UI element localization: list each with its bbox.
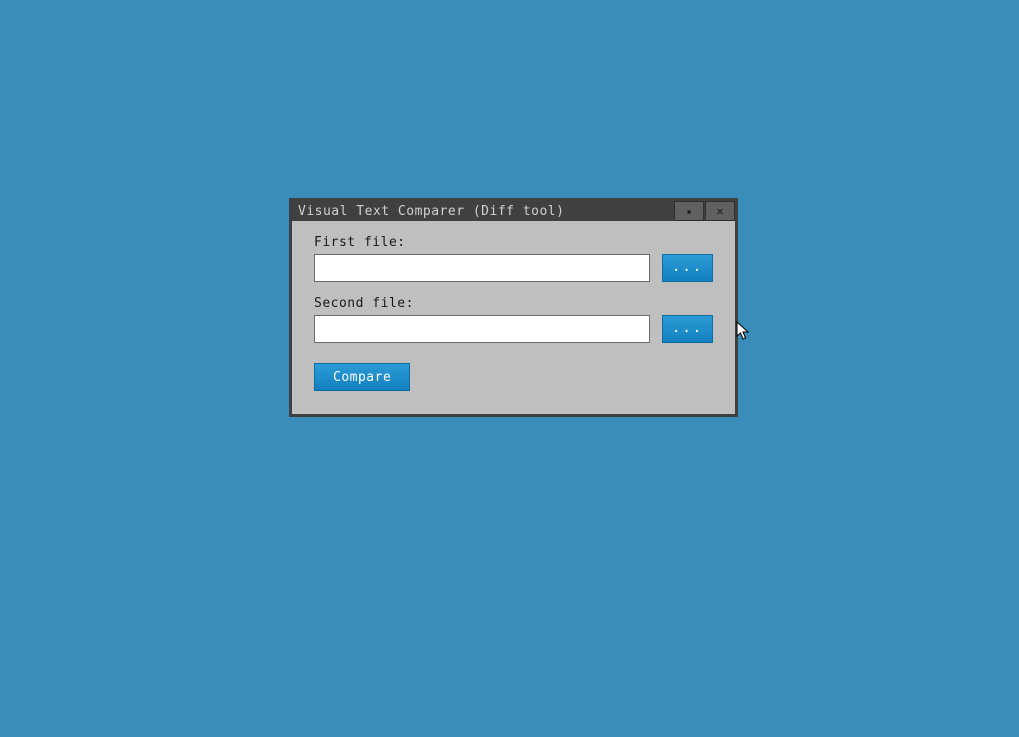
compare-button[interactable]: Compare — [314, 363, 410, 391]
minimize-icon: ▪ — [687, 207, 692, 216]
titlebar[interactable]: Visual Text Comparer (Diff tool) ▪ ✕ — [292, 201, 735, 221]
dialog-window: Visual Text Comparer (Diff tool) ▪ ✕ Fir… — [289, 198, 738, 417]
close-button[interactable]: ✕ — [705, 201, 735, 221]
first-file-label: First file: — [314, 235, 713, 250]
titlebar-buttons: ▪ ✕ — [673, 201, 735, 221]
minimize-button[interactable]: ▪ — [674, 201, 704, 221]
second-file-group: Second file: ... — [314, 296, 713, 343]
first-file-group: First file: ... — [314, 235, 713, 282]
window-body: First file: ... Second file: ... Compare — [292, 221, 735, 409]
second-file-label: Second file: — [314, 296, 713, 311]
first-file-browse-button[interactable]: ... — [662, 254, 713, 282]
second-file-browse-button[interactable]: ... — [662, 315, 713, 343]
second-file-input[interactable] — [314, 315, 650, 343]
close-icon: ✕ — [716, 204, 723, 218]
window-title: Visual Text Comparer (Diff tool) — [298, 204, 564, 219]
second-file-row: ... — [314, 315, 713, 343]
mouse-cursor-icon — [736, 321, 750, 341]
first-file-row: ... — [314, 254, 713, 282]
first-file-input[interactable] — [314, 254, 650, 282]
